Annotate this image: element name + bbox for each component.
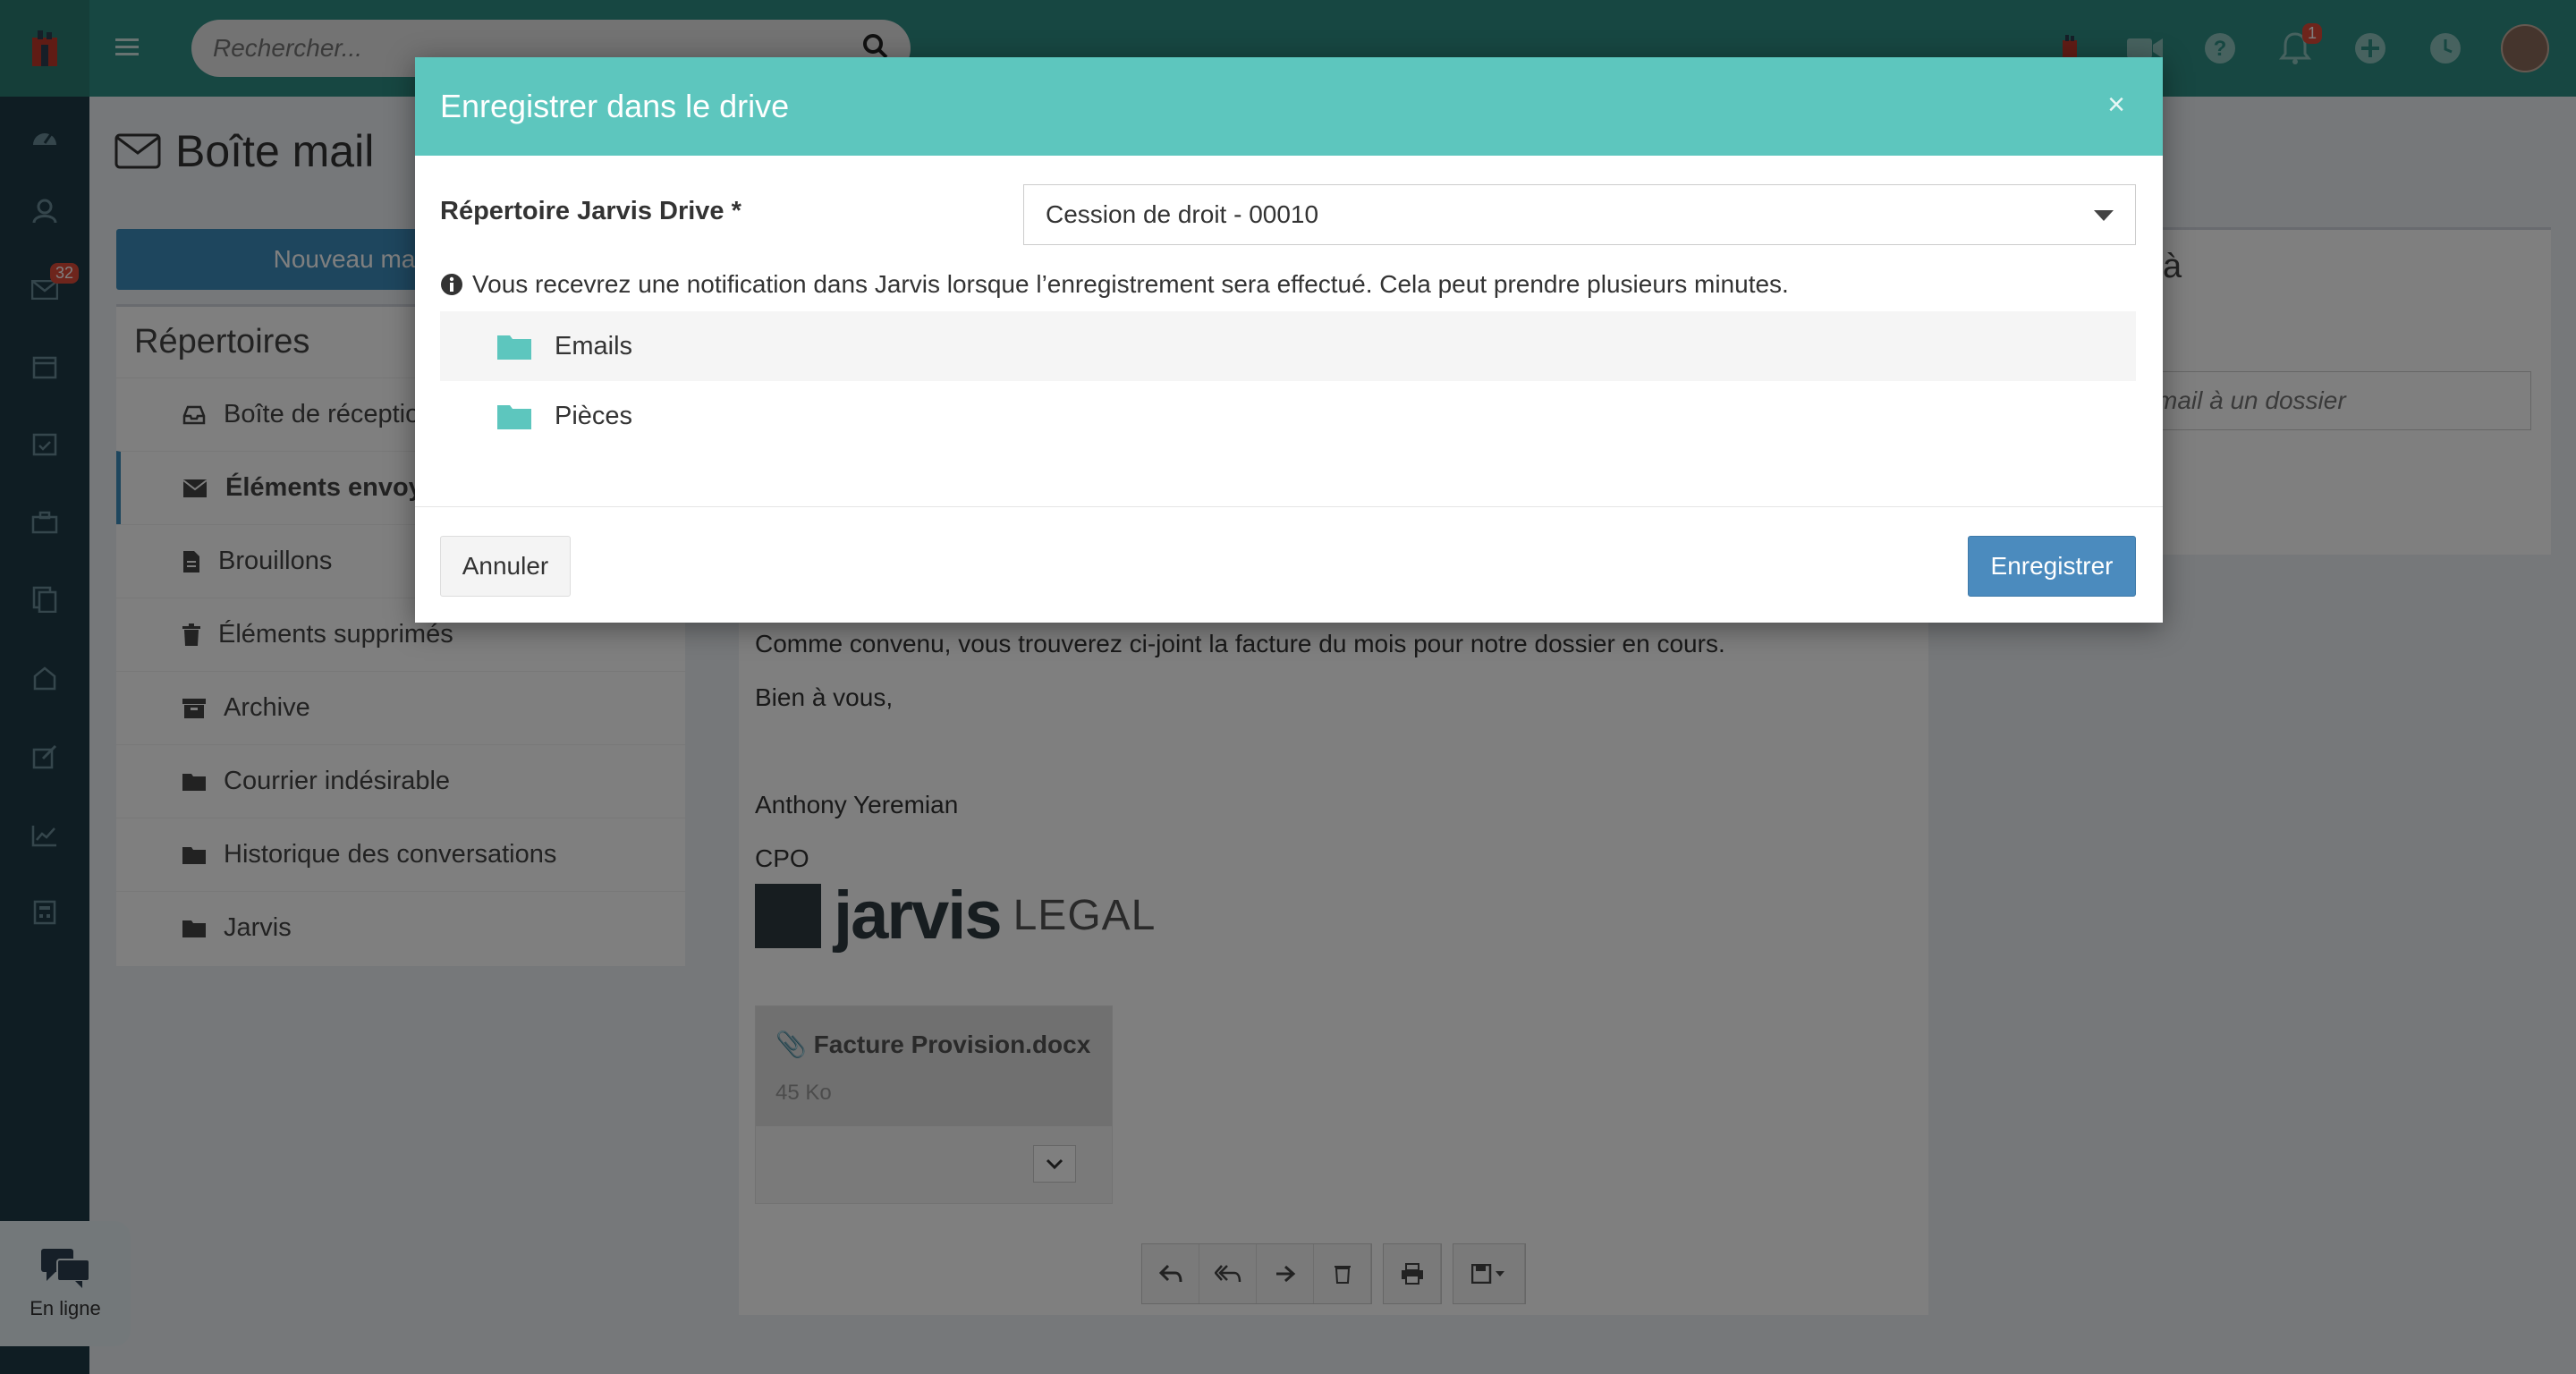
selected-value: Cession de droit - 00010 xyxy=(1046,200,1319,228)
save-to-drive-modal: Enregistrer dans le drive × Répertoire J… xyxy=(415,57,2163,623)
tree-node-pieces[interactable]: Pièces xyxy=(440,381,2136,451)
save-button[interactable]: Enregistrer xyxy=(1968,536,2136,597)
caret-down-icon xyxy=(2094,210,2114,221)
close-icon[interactable]: × xyxy=(2107,89,2125,120)
drive-folder-label: Répertoire Jarvis Drive * xyxy=(440,197,741,225)
modal-title: Enregistrer dans le drive xyxy=(440,88,790,124)
tree-node-label: Pièces xyxy=(555,401,633,430)
tree-node-label: Emails xyxy=(555,331,633,360)
tree-node-emails[interactable]: Emails xyxy=(440,311,2136,381)
folder-icon xyxy=(497,335,531,360)
modal-body: Répertoire Jarvis Drive * Cession de dro… xyxy=(415,156,2163,430)
info-icon xyxy=(441,274,462,295)
info-message: Vous recevrez une notification dans Jarv… xyxy=(440,270,1789,299)
folder-tree: Emails Pièces xyxy=(440,311,2136,451)
modal-header: Enregistrer dans le drive × xyxy=(415,57,2163,156)
info-text: Vous recevrez une notification dans Jarv… xyxy=(472,270,1789,298)
cancel-button[interactable]: Annuler xyxy=(440,536,571,597)
folder-icon xyxy=(497,405,531,429)
drive-folder-select[interactable]: Cession de droit - 00010 xyxy=(1023,184,2136,245)
modal-footer: Annuler Enregistrer xyxy=(415,506,2163,623)
